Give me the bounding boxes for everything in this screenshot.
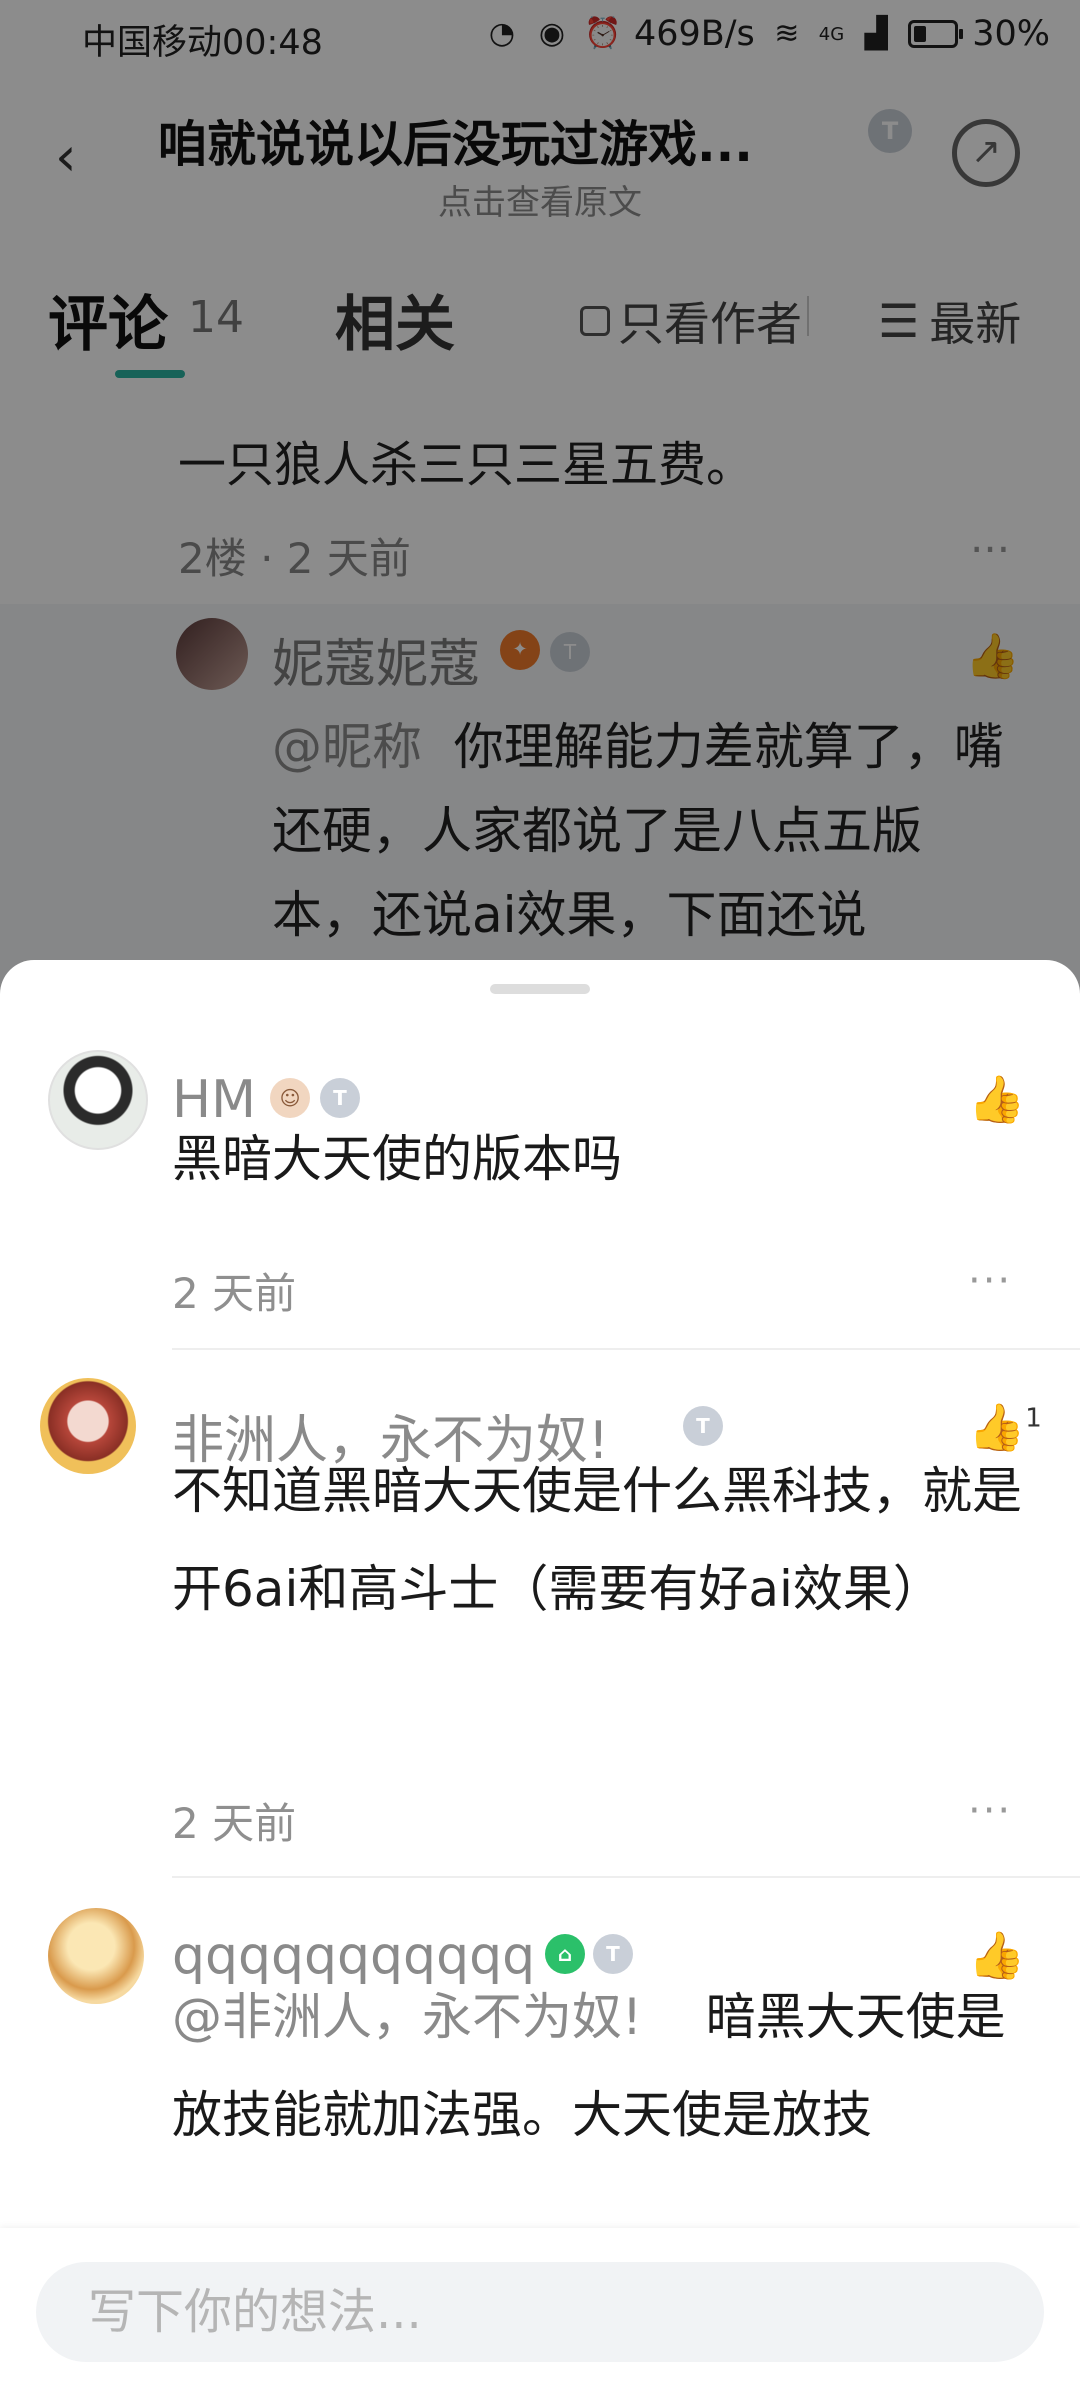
replies-sheet: HM ☺ T 👍 黑暗大天使的版本吗 2 天前 ··· 非洲人，永不为奴! T …	[0, 960, 1080, 2400]
like-count: 1	[1025, 1403, 1042, 1434]
comment-input[interactable]	[36, 2262, 1044, 2362]
mention[interactable]: @非洲人，永不为奴!	[172, 1988, 642, 2046]
drag-handle[interactable]	[490, 984, 590, 994]
level-badge-icon: T	[683, 1406, 723, 1446]
comment-input-bar	[0, 2228, 1080, 2400]
comment-text: 黑暗大天使的版本吗	[172, 1130, 622, 1188]
comment-text: 不知道黑暗大天使是什么黑科技，就是开6ai和高斗士（需要有好ai效果）	[172, 1462, 1022, 1618]
comment-text: @非洲人，永不为奴! 暗黑大天使是放技能就加法强。大天使是放技	[172, 1968, 1042, 2164]
more-dots-icon[interactable]: ···	[968, 1258, 1012, 1304]
avatar[interactable]	[48, 1908, 144, 2004]
divider	[172, 1348, 1080, 1350]
comment-time: 2 天前	[172, 1269, 297, 1318]
comment-time: 2 天前	[172, 1799, 297, 1848]
avatar[interactable]	[48, 1050, 148, 1150]
avatar[interactable]	[40, 1378, 136, 1474]
more-dots-icon[interactable]: ···	[968, 1788, 1012, 1834]
divider	[172, 1876, 1080, 1878]
